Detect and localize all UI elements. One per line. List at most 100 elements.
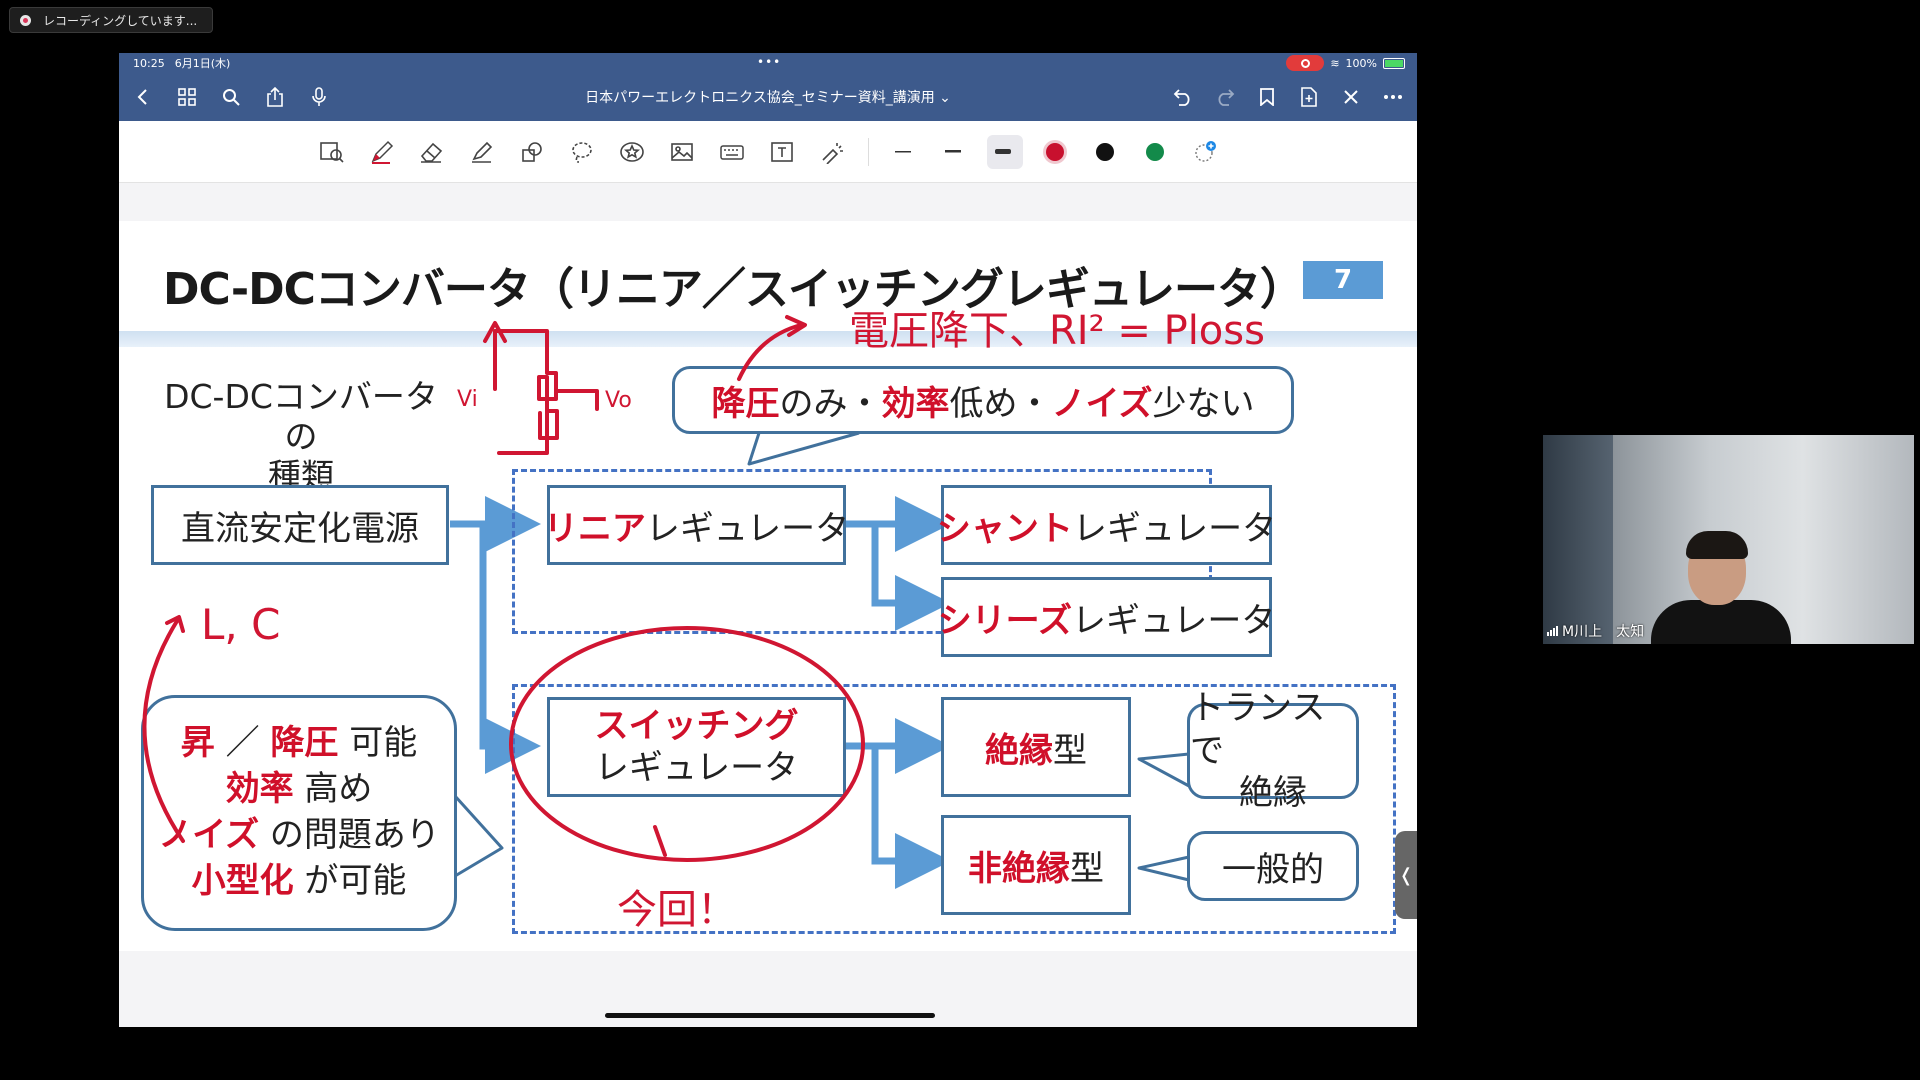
lb-l3b: の問題あり <box>259 815 440 855</box>
drawing-toolbar <box>119 121 1417 183</box>
series-red-text: シリーズ <box>937 600 1072 641</box>
chevron-left-icon: ❬ <box>1398 864 1414 886</box>
lb-l2a: 効率 <box>225 769 294 810</box>
color-green-swatch[interactable] <box>1137 135 1173 169</box>
participant-hair <box>1686 531 1748 559</box>
wifi-icon: ≋ <box>1330 56 1340 70</box>
ink-vout: Vo <box>605 388 632 413</box>
participant-name-tag: M川上 太知 <box>1547 621 1644 641</box>
linear-characteristics-bubble: 降圧 のみ・ 効率 低め・ ノイズ 少ない <box>672 366 1294 434</box>
grid-icon[interactable] <box>177 87 197 107</box>
background-curtain <box>1543 435 1613 644</box>
linear-regulator-box: リニア レギュレータ <box>543 485 850 565</box>
app-navbar: 日本パワーエレクトロニクス協会_セミナー資料_講演用 ⌄ <box>119 73 1417 121</box>
status-bar: 10:25 6月1日(木) ••• ≋ 100% <box>119 53 1417 73</box>
dc-power-supply-box: 直流安定化電源 <box>151 485 449 565</box>
stroke-medium-icon[interactable] <box>937 135 973 169</box>
keyboard-icon[interactable] <box>714 135 750 169</box>
add-page-icon[interactable] <box>1299 87 1319 107</box>
slide-page[interactable]: DC-DCコンバータ（リニア／スイッチングレギュレータ） 7 DC-DCコンバー… <box>119 221 1417 951</box>
add-color-icon[interactable] <box>1187 135 1223 169</box>
top-bubble-f: 少ない <box>1152 383 1255 424</box>
zoom-window-icon[interactable] <box>314 135 350 169</box>
search-icon[interactable] <box>221 87 241 107</box>
shunt-rest-text: レギュレータ <box>1072 508 1277 549</box>
lb-l4b: が可能 <box>293 860 407 901</box>
switching-line1: スイッチング <box>594 705 799 746</box>
multitask-dots-icon[interactable]: ••• <box>757 55 781 69</box>
highlighter-icon[interactable] <box>464 135 500 169</box>
insulated-type-box: 絶縁 型 <box>941 697 1131 797</box>
switching-characteristics-bubble: 昇 ／ 降圧 可能 効率 高め ノイズ の問題あり 小型化 が可能 <box>141 695 457 931</box>
screen: レコーディングしています... 10:25 6月1日(木) ••• ≋ 100% <box>0 0 1920 1080</box>
top-bubble-b: のみ・ <box>779 383 882 424</box>
linear-rest-text: レギュレータ <box>645 508 850 549</box>
stroke-thin-icon[interactable] <box>887 135 923 169</box>
lb-l1a: 昇 <box>180 723 215 764</box>
participant-video[interactable]: M川上 太知 <box>1543 435 1914 644</box>
home-indicator[interactable] <box>605 1013 935 1018</box>
transformer-insulation-bubble: トランスで 絶縁 <box>1187 688 1359 813</box>
non-insulated-rest-text: 型 <box>1070 848 1104 889</box>
top-bubble-e: ノイズ <box>1051 383 1153 424</box>
share-icon[interactable] <box>265 87 285 107</box>
status-time: 10:25 <box>133 56 165 70</box>
eraser-icon[interactable] <box>414 135 450 169</box>
shared-ipad-screen: 10:25 6月1日(木) ••• ≋ 100% 日本パワーエレクトロニクス協会… <box>119 53 1417 1027</box>
image-icon[interactable] <box>664 135 700 169</box>
lasso-icon[interactable] <box>564 135 600 169</box>
top-bubble-d: 低め・ <box>949 383 1052 424</box>
left-bubble-line4: 小型化 が可能 <box>192 859 407 905</box>
record-icon <box>20 14 31 26</box>
signal-strength-icon <box>1547 626 1558 636</box>
sticker-icon[interactable] <box>614 135 650 169</box>
pen-tool-icon[interactable] <box>364 135 400 169</box>
lb-l3a: ノイズ <box>158 815 260 855</box>
non-insulated-type-box: 非絶縁 型 <box>941 815 1131 915</box>
linear-red-text: リニア <box>543 508 646 549</box>
screen-record-icon <box>1286 55 1325 71</box>
stroke-thick-icon[interactable] <box>986 134 1023 169</box>
title-rule <box>119 331 1417 347</box>
switching-line2: レギュレータ <box>594 748 799 788</box>
color-black-swatch[interactable] <box>1087 135 1123 169</box>
converter-types-label: DC-DCコンバータの 種類 <box>164 377 438 496</box>
status-battery-text: 100% <box>1345 56 1377 70</box>
top-bubble-c: 効率 <box>881 383 950 424</box>
laser-pointer-icon[interactable] <box>814 135 850 169</box>
microphone-icon[interactable] <box>309 87 329 107</box>
shapes-icon[interactable] <box>514 135 550 169</box>
insulated-rest-text: 型 <box>1053 730 1087 771</box>
battery-icon <box>1383 57 1405 69</box>
recording-label: レコーディングしています... <box>43 13 198 28</box>
recording-indicator[interactable]: レコーディングしています... <box>9 7 213 33</box>
lb-l4a: 小型化 <box>191 860 294 901</box>
toolbar-separator <box>867 137 869 166</box>
side-panel-toggle[interactable]: ❬ <box>1395 831 1417 919</box>
shunt-regulator-box: シャント レギュレータ <box>937 485 1276 565</box>
undo-icon[interactable] <box>1173 87 1193 107</box>
shunt-red-text: シャント <box>936 508 1073 549</box>
top-bubble-a: 降圧 <box>711 383 780 424</box>
lb-l1b: ／ <box>214 723 271 764</box>
redo-icon[interactable] <box>1215 87 1235 107</box>
series-regulator-box: シリーズ レギュレータ <box>937 577 1276 657</box>
status-date: 6月1日(木) <box>174 57 231 70</box>
color-red-swatch[interactable] <box>1037 135 1073 169</box>
trans-line1: トランスで <box>1190 688 1326 771</box>
text-box-icon[interactable] <box>764 135 800 169</box>
general-bubble: 一般的 <box>1187 831 1359 901</box>
series-rest-text: レギュレータ <box>1072 600 1276 641</box>
general-label: 一般的 <box>1222 849 1324 890</box>
left-bubble-line3: ノイズ の問題あり <box>158 813 440 859</box>
lb-l1c: 降圧 <box>270 723 339 764</box>
bookmark-icon[interactable] <box>1257 87 1277 107</box>
participant-body <box>1651 600 1791 644</box>
left-bubble-line1: 昇 ／ 降圧 可能 <box>181 721 417 767</box>
more-icon[interactable] <box>1383 87 1403 107</box>
back-icon[interactable] <box>133 87 153 107</box>
close-tools-icon[interactable] <box>1341 87 1361 107</box>
lb-l1d: 可能 <box>338 723 418 764</box>
ink-lc: L, C <box>201 600 280 649</box>
ink-vin: Vi <box>457 387 478 412</box>
